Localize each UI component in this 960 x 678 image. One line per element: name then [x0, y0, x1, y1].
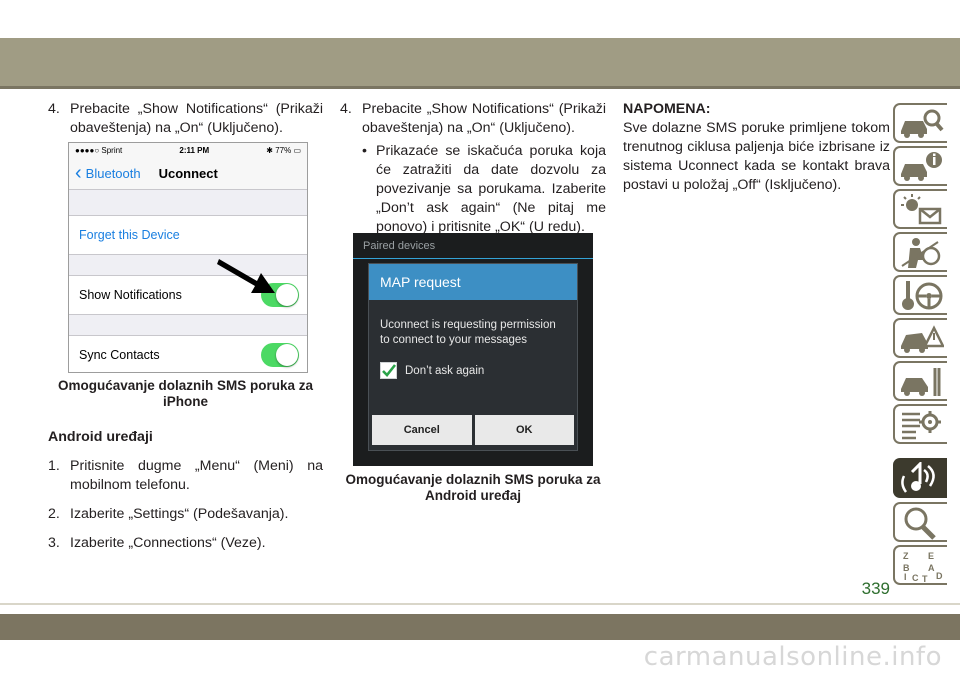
dont-ask-again-row[interactable]: Don’t ask again [380, 362, 577, 379]
tab-key-steering[interactable] [893, 275, 947, 315]
step-4-iphone: 4. Prebacite „Show Notifications“ (Prika… [48, 100, 323, 138]
tab-car-info[interactable] [893, 146, 947, 186]
note-text: Sve dolazne SMS poruke primljene tokom t… [623, 120, 890, 193]
dialog-title: MAP request [369, 264, 577, 300]
column-left: 4. Prebacite „Show Notifications“ (Prika… [48, 100, 323, 138]
svg-text:E: E [928, 551, 934, 561]
svg-text:I: I [904, 572, 907, 582]
svg-text:A: A [928, 563, 935, 573]
iphone-caption: Omogućavanje dolaznih SMS poruka za iPho… [57, 378, 314, 409]
dialog-message: Uconnect is requesting permission to con… [380, 319, 556, 346]
svg-text:T: T [922, 574, 928, 583]
tab-airbag-seat[interactable] [893, 232, 947, 272]
multimedia-music-icon [901, 462, 935, 493]
column-middle-lower: Omogućavanje dolaznih SMS poruka za Andr… [340, 472, 606, 504]
android-screenshot: Paired devices MAP request Uconnect is r… [353, 233, 593, 466]
specifications-gear-icon [902, 411, 941, 440]
svg-text:D: D [936, 571, 943, 581]
iphone-status-bar: ●●●●○ Sprint 2:11 PM ✱ 77% ▭ [69, 143, 307, 157]
android-heading: Android uređaji [48, 429, 153, 445]
cancel-button[interactable]: Cancel [372, 415, 472, 445]
svg-text:C: C [912, 573, 919, 583]
sync-contacts-toggle[interactable] [261, 343, 299, 367]
paired-devices-header: Paired devices [353, 233, 593, 259]
tab-alphabet-index[interactable]: Z E B A C D I T [893, 545, 947, 585]
step-4-android: 4. Prebacite „Show Notifications“ (Prika… [340, 101, 606, 136]
column-left-lower: Omogućavanje dolaznih SMS poruka za iPho… [48, 378, 323, 553]
alphabet-index-icon: Z E B A C D I T [903, 551, 943, 583]
chevron-left-icon: ‹ [75, 162, 82, 184]
sync-contacts-cell: Sync Contacts [69, 335, 307, 372]
svg-text:Z: Z [903, 551, 909, 561]
header-band-line [0, 86, 960, 89]
footer-line [0, 603, 960, 605]
iphone-screenshot: ●●●●○ Sprint 2:11 PM ✱ 77% ▭ ‹ Bluetooth… [68, 142, 308, 373]
column-middle: 4. Prebacite „Show Notifications“ (Prika… [340, 100, 606, 237]
step-text: Prebacite „Show Notifications“ (Prikaži … [70, 101, 323, 136]
car-hazard-icon [901, 325, 944, 353]
time-label: 2:11 PM [179, 145, 210, 155]
car-search-icon [901, 109, 944, 138]
tab-multimedia[interactable] [893, 458, 947, 498]
tab-car-hazard[interactable] [893, 318, 947, 358]
header-band [0, 38, 960, 86]
forget-device-cell[interactable]: Forget this Device [69, 215, 307, 255]
tab-car-search[interactable] [893, 103, 947, 143]
arrow-pointer-icon [217, 259, 275, 293]
airbag-seat-icon [901, 238, 941, 268]
carrier-label: ●●●●○ Sprint [75, 145, 123, 155]
step-1: 1. Pritisnite dugme „Menu“ (Meni) na mob… [48, 458, 323, 493]
warning-lights-message-icon [901, 194, 942, 225]
step-3: 3. Izaberite „Connections“ (Veze). [48, 535, 266, 551]
ok-button[interactable]: OK [474, 415, 574, 445]
car-wrench-icon [901, 368, 941, 396]
iphone-screen-title: Uconnect [158, 165, 218, 181]
step-number: 4. [48, 101, 60, 117]
back-button[interactable]: ‹ Bluetooth [75, 163, 141, 183]
search-index-icon [904, 507, 936, 540]
iphone-nav-bar: ‹ Bluetooth Uconnect [69, 157, 307, 190]
bullet-item: • Prikazaće se iskačuća poruka koja će z… [362, 143, 606, 235]
dialog-buttons: Cancel OK [372, 415, 574, 445]
tab-car-wrench[interactable] [893, 361, 947, 401]
tab-search[interactable] [893, 502, 947, 542]
battery-label: ✱ 77% ▭ [266, 145, 301, 155]
map-request-dialog: MAP request Uconnect is requesting permi… [368, 263, 578, 451]
tab-warning-lights[interactable] [893, 189, 947, 229]
footer-band [0, 614, 960, 640]
tab-specifications[interactable] [893, 404, 947, 444]
android-caption: Omogućavanje dolaznih SMS poruka za Andr… [345, 472, 601, 503]
car-info-icon [901, 152, 942, 181]
key-steering-wheel-icon [902, 281, 943, 310]
checkbox-checked-icon[interactable] [380, 362, 397, 379]
step-2: 2. Izaberite „Settings“ (Podešavanja). [48, 506, 289, 522]
column-right: NAPOMENA: Sve dolazne SMS poruke primlje… [623, 100, 890, 195]
note-heading: NAPOMENA: [623, 101, 711, 117]
page-number: 339 [861, 579, 890, 598]
watermark: carmanualsonline.info [643, 642, 942, 672]
